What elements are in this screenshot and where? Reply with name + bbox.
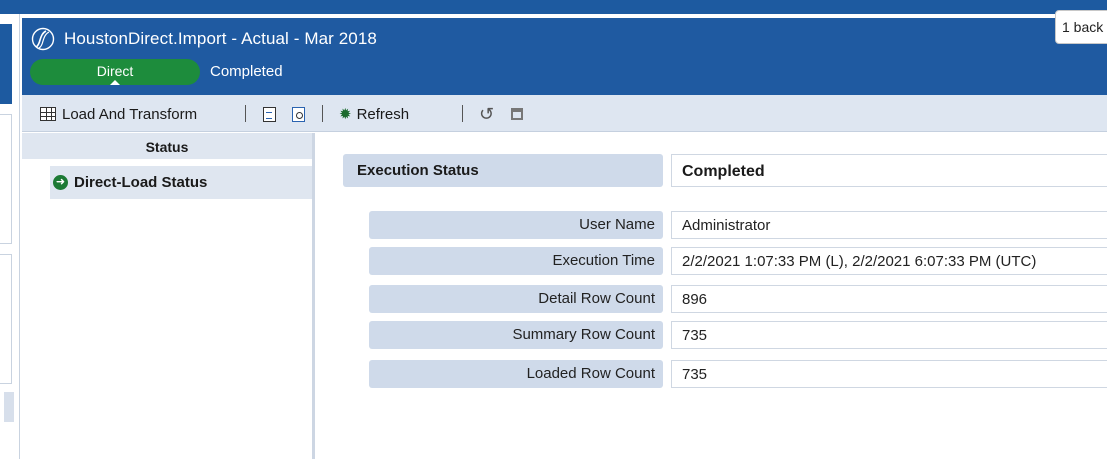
save-icon: [511, 108, 523, 120]
rail-marker: [4, 392, 14, 422]
view-document-button[interactable]: [263, 104, 276, 124]
nav-item-label: Direct-Load Status: [74, 174, 208, 191]
execution-time-value: 2/2/2021 1:07:33 PM (L), 2/2/2021 6:07:3…: [671, 247, 1107, 275]
window-title: HoustonDirect.Import - Actual - Mar 2018: [64, 29, 377, 48]
workflow-step-label: Direct: [96, 63, 134, 79]
pill-caret-icon: [110, 80, 120, 85]
detail-row-count-value: 896: [671, 285, 1107, 313]
rail-tab[interactable]: [0, 114, 12, 244]
toolbar: Load And Transform ✹ Refresh ↺: [22, 95, 1107, 132]
load-and-transform-label: Load And Transform: [62, 105, 198, 123]
arrow-right-circle-icon: ➜: [53, 175, 68, 190]
user-name-value: Administrator: [671, 211, 1107, 239]
toolbar-divider: [245, 105, 246, 122]
document-icon: [263, 106, 276, 122]
app-top-bar: [0, 0, 1107, 14]
user-name-label: User Name: [369, 211, 663, 239]
load-and-transform-button[interactable]: Load And Transform: [40, 104, 197, 124]
undo-button[interactable]: ↺: [479, 104, 494, 124]
tooltip: 1 back: [1055, 10, 1107, 44]
execution-status-value: Completed: [671, 154, 1107, 187]
log-document-icon: [292, 106, 305, 122]
panel-header: Status: [22, 133, 312, 159]
view-log-button[interactable]: [292, 104, 305, 124]
workflow-step-pill[interactable]: Direct: [30, 59, 200, 85]
workflow-header: HoustonDirect.Import - Actual - Mar 2018…: [22, 18, 1107, 95]
loaded-row-count-value: 735: [671, 360, 1107, 388]
execution-time-label: Execution Time: [369, 247, 663, 275]
onestream-logo-icon: [31, 27, 55, 51]
refresh-label: Refresh: [356, 105, 410, 123]
nav-item-direct-load-status[interactable]: ➜ Direct-Load Status: [50, 166, 312, 199]
summary-row-count-value: 735: [671, 321, 1107, 349]
status-nav-panel: Status ➜ Direct-Load Status: [22, 133, 315, 459]
workflow-status-text: Completed: [210, 63, 283, 80]
grid-icon: [40, 107, 56, 121]
detail-row-count-label: Detail Row Count: [369, 285, 663, 313]
save-button[interactable]: [511, 104, 523, 124]
toolbar-divider: [322, 105, 323, 122]
rail-tab[interactable]: [0, 254, 12, 384]
refresh-button[interactable]: ✹ Refresh: [339, 104, 409, 124]
loaded-row-count-label: Loaded Row Count: [369, 360, 663, 388]
execution-status-label: Execution Status: [343, 154, 663, 187]
status-details: Execution Status Completed User Name Adm…: [318, 133, 1107, 459]
undo-icon: ↺: [479, 104, 495, 124]
toolbar-divider: [462, 105, 463, 122]
app-left-rail: [0, 14, 20, 459]
gear-icon: ✹: [339, 105, 352, 123]
rail-tab-active[interactable]: [0, 24, 12, 104]
summary-row-count-label: Summary Row Count: [369, 321, 663, 349]
